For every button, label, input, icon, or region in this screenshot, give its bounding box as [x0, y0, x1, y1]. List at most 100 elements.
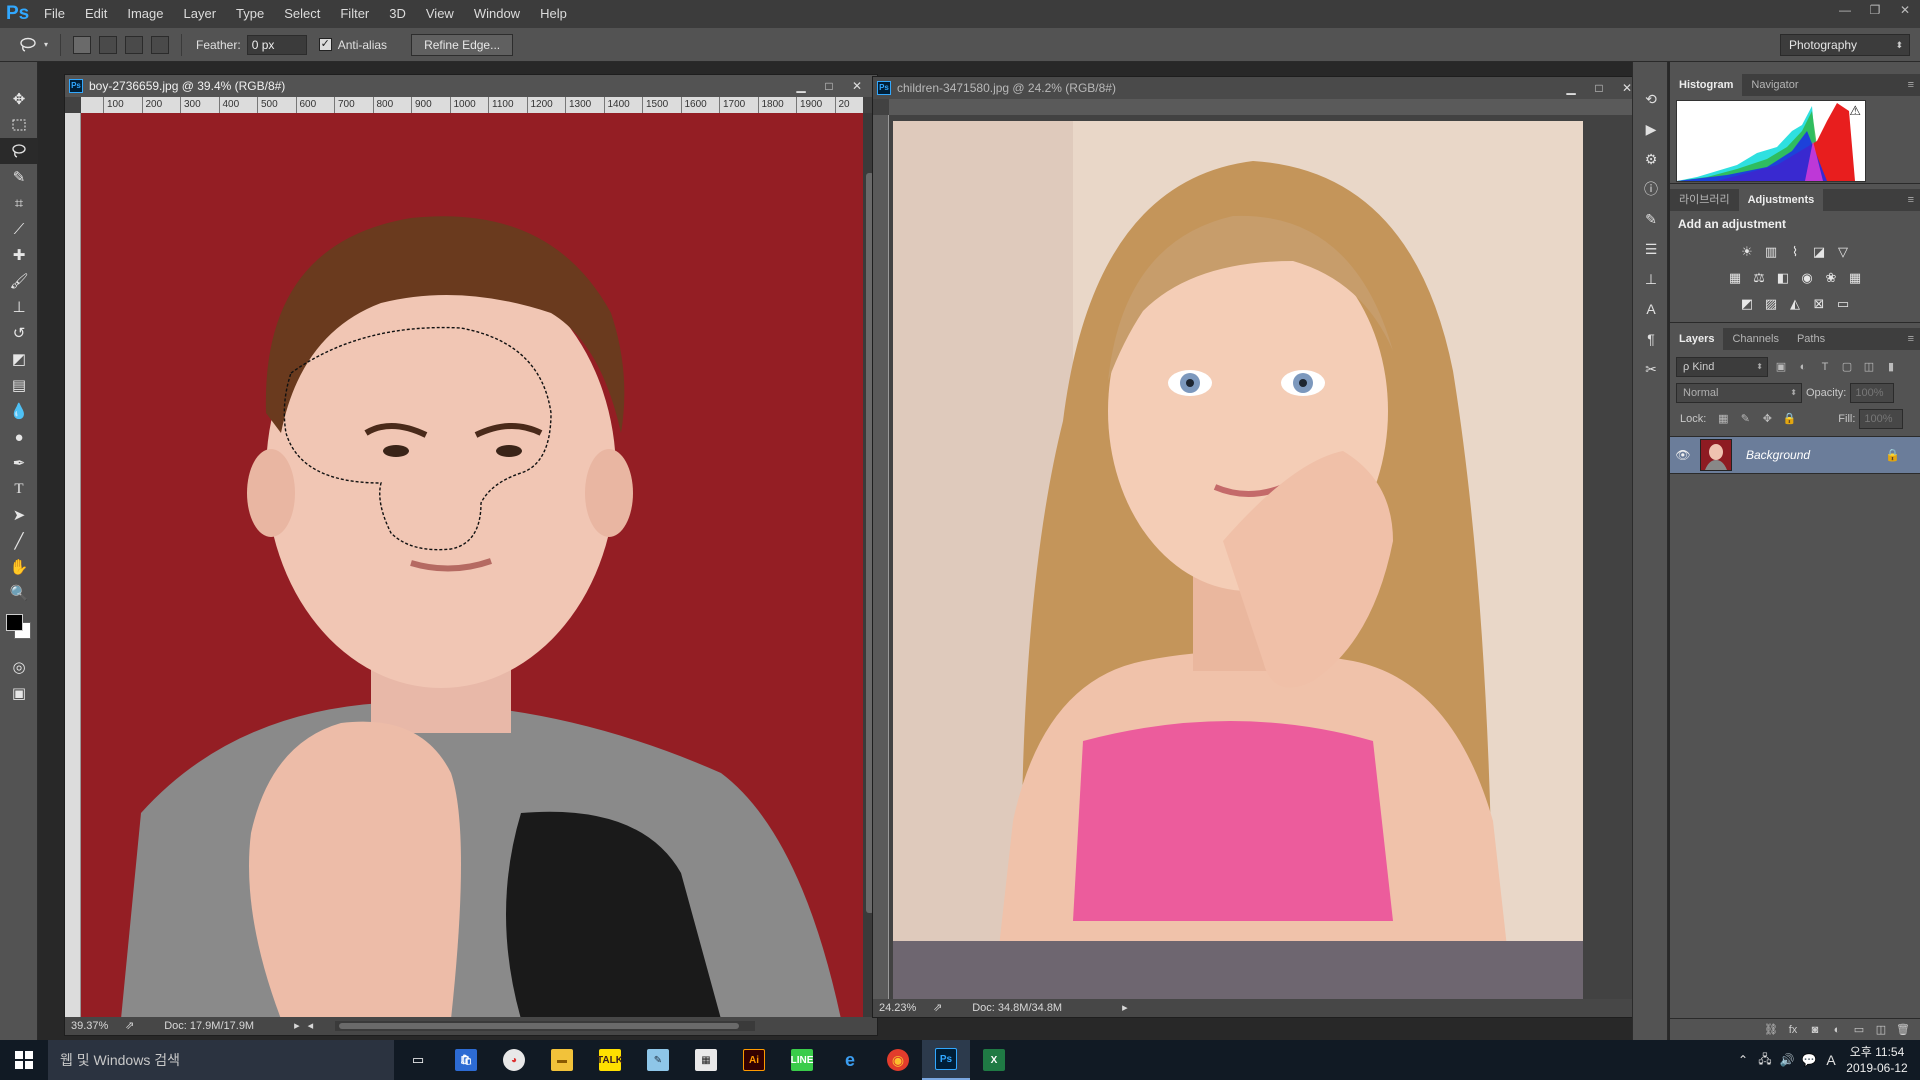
lasso-tool-icon[interactable] [0, 138, 38, 164]
tab-navigator[interactable]: Navigator [1742, 74, 1807, 96]
restore-window-button[interactable]: ❐ [1860, 0, 1890, 20]
start-button[interactable] [0, 1040, 48, 1080]
zoom-level[interactable]: 39.37% [65, 1017, 125, 1035]
line-tool-icon[interactable]: ╱ [0, 528, 38, 554]
healing-brush-tool-icon[interactable]: ✚ [0, 242, 38, 268]
maximize-document-button[interactable]: □ [815, 75, 843, 97]
document-title-bar[interactable]: Ps boy-2736659.jpg @ 39.4% (RGB/8#) ▁ □ … [65, 75, 877, 97]
menu-image[interactable]: Image [117, 0, 173, 28]
brush-presets-icon[interactable]: ✎ [1633, 204, 1669, 234]
task-view-icon[interactable]: ▭ [394, 1040, 442, 1080]
vertical-ruler[interactable] [873, 115, 889, 1001]
status-menu-arrow-icon[interactable]: ▸ [294, 1017, 300, 1035]
photoshop-taskbar-icon[interactable]: Ps [922, 1040, 970, 1080]
tab-adjustments[interactable]: Adjustments [1738, 189, 1824, 211]
posterize-icon[interactable]: ▨ [1760, 293, 1782, 315]
menu-layer[interactable]: Layer [174, 0, 227, 28]
edge-browser-icon[interactable]: e [826, 1040, 874, 1080]
visibility-eye-icon[interactable]: 👁 [1670, 448, 1696, 462]
adjustment-sliders-icon[interactable]: ☰ [1633, 234, 1669, 264]
tool-presets-icon[interactable]: ✂ [1633, 354, 1669, 384]
export-icon[interactable]: ⇗ [125, 1017, 134, 1035]
menu-3d[interactable]: 3D [379, 0, 416, 28]
menu-select[interactable]: Select [274, 0, 330, 28]
tab-channels[interactable]: Channels [1723, 328, 1787, 350]
selective-color-icon[interactable]: ⊠ [1808, 293, 1830, 315]
tab-histogram[interactable]: Histogram [1670, 74, 1743, 96]
scroll-left-arrow-icon[interactable]: ◂ [308, 1017, 314, 1035]
network-icon[interactable]: 🖧 [1754, 1050, 1776, 1071]
horizontal-ruler[interactable]: 100 200 300 400 500 600 700 800 900 1000 1100 1200 1… [81, 97, 863, 113]
path-selection-tool-icon[interactable]: ➤ [0, 502, 38, 528]
taskbar-clock[interactable]: 오후 11:54 2019-06-12 [1842, 1044, 1912, 1076]
screen-mode-icon[interactable]: ▣ [0, 680, 38, 706]
photo-filter-icon[interactable]: ◉ [1796, 267, 1818, 289]
quick-selection-tool-icon[interactable]: ✎ [0, 164, 38, 190]
panel-menu-icon[interactable]: ≡ [1908, 328, 1914, 350]
info-panel-icon[interactable]: ⓘ [1633, 174, 1669, 204]
hue-saturation-icon[interactable]: ▦ [1724, 267, 1746, 289]
levels-icon[interactable]: ▥ [1760, 241, 1782, 263]
channel-mixer-icon[interactable]: ❀ [1820, 267, 1842, 289]
menu-filter[interactable]: Filter [330, 0, 379, 28]
chrome-browser-icon[interactable]: ◉ [874, 1040, 922, 1080]
new-selection-button[interactable] [73, 35, 91, 54]
adjustment-filter-icon[interactable]: ◐ [1794, 358, 1812, 376]
zoom-tool-icon[interactable]: 🔍 [0, 580, 38, 606]
tab-paths[interactable]: Paths [1788, 328, 1834, 350]
history-panel-icon[interactable]: ⟲ [1633, 84, 1669, 114]
scrollbar-thumb[interactable] [339, 1023, 740, 1029]
boy-photo-canvas[interactable] [81, 113, 863, 1019]
blur-tool-icon[interactable]: 💧 [0, 398, 38, 424]
quick-mask-icon[interactable]: ◎ [0, 654, 38, 680]
checkbox-checked-icon[interactable]: ✓ [318, 38, 332, 51]
layer-row-background[interactable]: 👁 Background 🔒 [1670, 436, 1920, 474]
line-app-icon[interactable]: LINE [778, 1040, 826, 1080]
gradient-map-icon[interactable]: ▭ [1832, 293, 1854, 315]
clone-stamp-tool-icon[interactable]: ⊥ [0, 294, 38, 320]
lock-transparent-icon[interactable]: ▦ [1714, 410, 1732, 428]
color-lookup-icon[interactable]: ▦ [1844, 267, 1866, 289]
vibrance-icon[interactable]: ▽ [1832, 241, 1854, 263]
horizontal-ruler[interactable] [889, 99, 1633, 115]
close-document-button[interactable]: ✕ [843, 75, 871, 97]
notification-icon[interactable]: 💬 [1798, 1053, 1820, 1067]
shape-filter-icon[interactable]: ▢ [1838, 358, 1856, 376]
ime-indicator[interactable]: A [1820, 1052, 1842, 1068]
minimize-document-button[interactable]: ▁ [1557, 77, 1585, 99]
exposure-icon[interactable]: ◪ [1808, 241, 1830, 263]
kakaotalk-app-icon[interactable]: TALK [586, 1040, 634, 1080]
document-window-boy[interactable]: Ps boy-2736659.jpg @ 39.4% (RGB/8#) ▁ □ … [64, 74, 878, 1036]
vertical-ruler[interactable] [65, 113, 81, 1019]
minimize-document-button[interactable]: ▁ [787, 75, 815, 97]
tab-layers[interactable]: Layers [1670, 328, 1724, 350]
calculator-app-icon[interactable]: ▦ [682, 1040, 730, 1080]
tray-chevron-up-icon[interactable]: ⌃ [1732, 1053, 1754, 1067]
anti-alias-checkbox[interactable]: ✓ Anti-alias [318, 38, 393, 52]
menu-file[interactable]: File [34, 0, 75, 28]
taskbar-search[interactable]: 웹 및 Windows 검색 [48, 1040, 394, 1080]
crop-tool-icon[interactable]: ⌗ [0, 190, 38, 216]
file-explorer-icon[interactable]: ▬ [538, 1040, 586, 1080]
intersect-selection-button[interactable] [151, 35, 169, 54]
excel-app-icon[interactable]: X [970, 1040, 1018, 1080]
history-brush-tool-icon[interactable]: ↺ [0, 320, 38, 346]
menu-window[interactable]: Window [464, 0, 530, 28]
threshold-icon[interactable]: ◭ [1784, 293, 1806, 315]
tool-preset-chevron-icon[interactable]: ▾ [40, 34, 52, 56]
color-swatches[interactable] [0, 606, 38, 654]
move-tool-icon[interactable]: ✥ [0, 86, 38, 112]
add-to-selection-button[interactable] [99, 35, 117, 54]
smart-object-filter-icon[interactable]: ◫ [1860, 358, 1878, 376]
menu-help[interactable]: Help [530, 0, 577, 28]
horizontal-scrollbar[interactable] [335, 1021, 756, 1031]
opacity-input[interactable]: 100% [1850, 383, 1895, 403]
document-title-bar[interactable]: Ps children-3471580.jpg @ 24.2% (RGB/8#)… [873, 77, 1647, 99]
link-layers-icon[interactable]: ⛓ [1760, 1023, 1782, 1036]
zoom-level[interactable]: 24.23% [873, 999, 933, 1017]
new-adjustment-layer-icon[interactable]: ◐ [1826, 1024, 1848, 1036]
feather-input[interactable] [246, 34, 307, 55]
actions-play-icon[interactable]: ▶ [1633, 114, 1669, 144]
menu-type[interactable]: Type [226, 0, 274, 28]
type-tool-icon[interactable]: T [0, 476, 38, 502]
